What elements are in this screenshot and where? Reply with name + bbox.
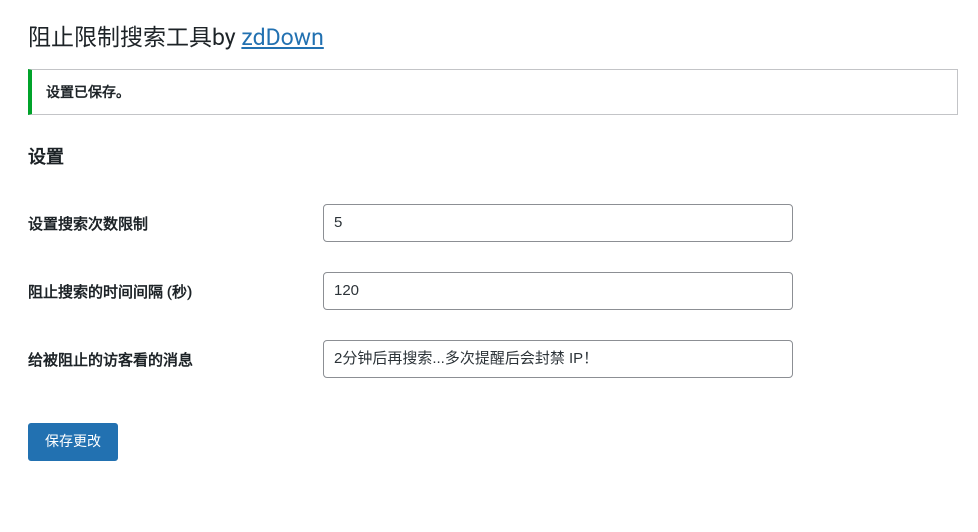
- notice-success: 设置已保存。: [28, 69, 958, 115]
- submit-row: 保存更改: [28, 423, 958, 461]
- page-title-link[interactable]: zdDown: [241, 24, 323, 51]
- page-title: 阻止限制搜索工具by zdDown: [20, 0, 958, 64]
- input-search-limit[interactable]: [323, 204, 793, 242]
- row-block-interval: 阻止搜索的时间间隔 (秒): [28, 257, 966, 325]
- input-blocked-message[interactable]: [323, 340, 793, 378]
- label-blocked-message: 给被阻止的访客看的消息: [28, 325, 323, 393]
- section-title: 设置: [28, 143, 958, 169]
- input-block-interval[interactable]: [323, 272, 793, 310]
- row-search-limit: 设置搜索次数限制: [28, 189, 966, 257]
- label-search-limit: 设置搜索次数限制: [28, 189, 323, 257]
- row-blocked-message: 给被阻止的访客看的消息: [28, 325, 966, 393]
- page-title-prefix: 阻止限制搜索工具by: [28, 24, 241, 51]
- label-block-interval: 阻止搜索的时间间隔 (秒): [28, 257, 323, 325]
- notice-message: 设置已保存。: [46, 85, 130, 101]
- save-button[interactable]: 保存更改: [28, 423, 118, 461]
- settings-form-table: 设置搜索次数限制 阻止搜索的时间间隔 (秒) 给被阻止的访客看的消息: [28, 189, 966, 393]
